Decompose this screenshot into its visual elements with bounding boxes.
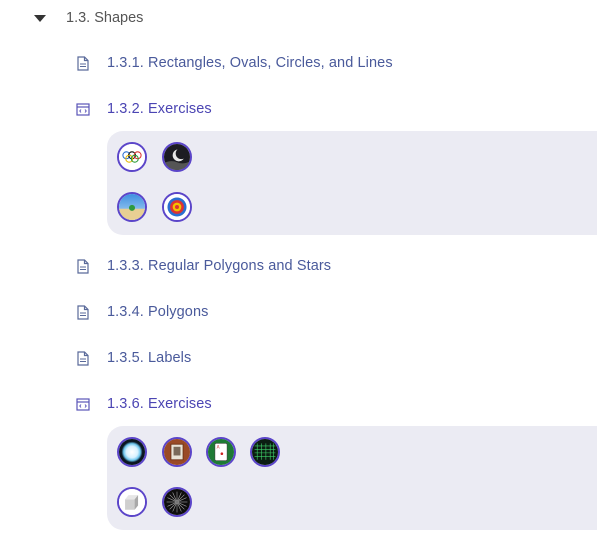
olympic-rings-thumbnail[interactable] (117, 142, 147, 172)
archery-target-thumbnail[interactable] (162, 192, 192, 222)
exercise-window-icon (76, 101, 90, 117)
exercise-window-icon (76, 396, 90, 412)
toc-item-regular-polygons[interactable]: 1.3.3. Regular Polygons and Stars (76, 256, 331, 276)
green-grid-thumbnail[interactable] (250, 437, 280, 467)
framed-picture-thumbnail[interactable] (162, 437, 192, 467)
section-header[interactable]: 1.3. Shapes (34, 8, 143, 28)
toc-item-labels[interactable]: 1.3.5. Labels (76, 348, 191, 368)
toc-item-rectangles[interactable]: 1.3.1. Rectangles, Ovals, Circles, and L… (76, 53, 393, 73)
document-icon (76, 350, 90, 366)
toc-item-exercises-2[interactable]: 1.3.6. Exercises (76, 394, 212, 414)
toc-item-label[interactable]: 1.3.3. Regular Polygons and Stars (107, 258, 331, 274)
toc-item-exercises-1[interactable]: 1.3.2. Exercises (76, 99, 212, 119)
toc-item-label[interactable]: 1.3.5. Labels (107, 350, 191, 366)
exercise-gallery-1 (107, 131, 597, 235)
document-icon (76, 304, 90, 320)
caret-down-icon[interactable] (34, 14, 46, 22)
playing-card-thumbnail[interactable]: A (206, 437, 236, 467)
document-icon (76, 55, 90, 71)
desert-sun-thumbnail[interactable] (117, 192, 147, 222)
exercise-gallery-2: A (107, 426, 597, 530)
svg-text:A: A (217, 445, 220, 451)
glowing-orb-thumbnail[interactable] (117, 437, 147, 467)
toc-item-label[interactable]: 1.3.1. Rectangles, Ovals, Circles, and L… (107, 55, 393, 71)
night-moon-thumbnail[interactable] (162, 142, 192, 172)
gray-cube-thumbnail[interactable] (117, 487, 147, 517)
toc-item-label[interactable]: 1.3.6. Exercises (107, 396, 212, 412)
spoked-wheel-thumbnail[interactable] (162, 487, 192, 517)
toc-item-label[interactable]: 1.3.4. Polygons (107, 304, 208, 320)
document-icon (76, 258, 90, 274)
toc-item-label[interactable]: 1.3.2. Exercises (107, 101, 212, 117)
toc-item-polygons[interactable]: 1.3.4. Polygons (76, 302, 208, 322)
section-title: 1.3. Shapes (66, 10, 144, 26)
